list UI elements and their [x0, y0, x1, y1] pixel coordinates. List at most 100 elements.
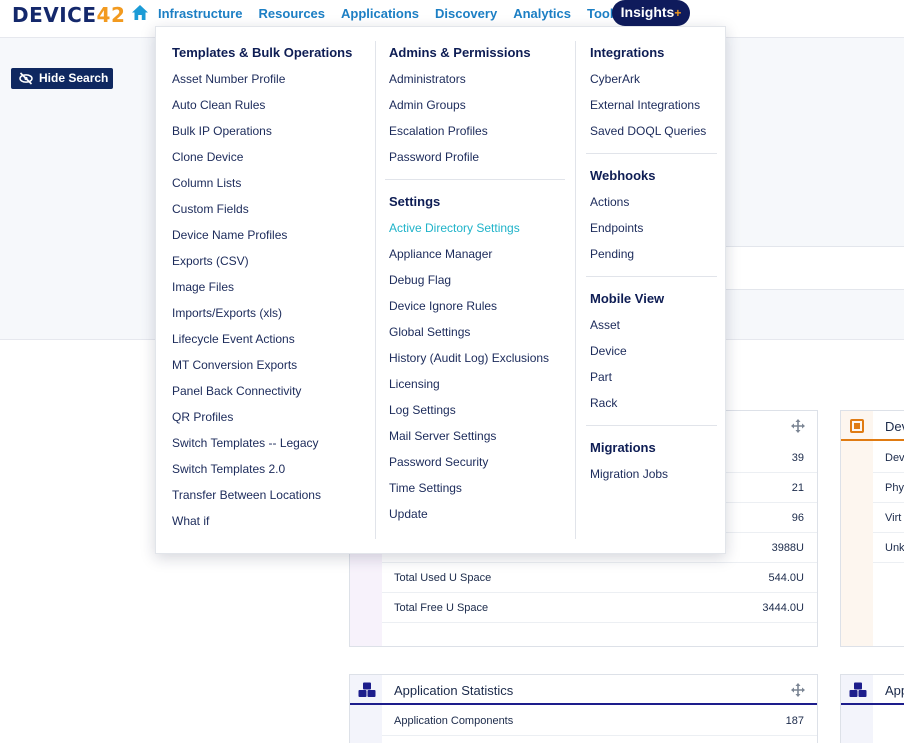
hide-search-button[interactable]: Hide Search	[11, 68, 113, 89]
menu-item[interactable]: External Integrations	[590, 98, 700, 112]
menu-item[interactable]: Asset Number Profile	[172, 72, 285, 86]
row-label: Unk	[885, 542, 904, 554]
menu-item[interactable]: Part	[590, 370, 612, 384]
menu-item[interactable]: Global Settings	[389, 325, 470, 339]
logo-number: 42	[96, 3, 126, 27]
section-title-mobile-view: Mobile View	[590, 291, 665, 306]
menu-item[interactable]: Clone Device	[172, 150, 243, 164]
menu-item[interactable]: Escalation Profiles	[389, 124, 488, 138]
menu-item[interactable]: Switch Templates 2.0	[172, 462, 285, 476]
section-title-settings: Settings	[389, 194, 441, 209]
menu-item[interactable]: Licensing	[389, 377, 440, 391]
menu-item[interactable]: QR Profiles	[172, 410, 233, 424]
table-row: Application Components 187	[382, 706, 817, 736]
table-row: Unk	[873, 533, 904, 563]
table-row: Phy	[873, 473, 904, 503]
search-bar-area[interactable]	[726, 246, 904, 290]
menu-item[interactable]: Image Files	[172, 280, 234, 294]
menu-item[interactable]: Lifecycle Event Actions	[172, 332, 295, 346]
menu-item[interactable]: Update	[389, 507, 428, 521]
row-label: Phy	[885, 482, 904, 494]
row-label: Total Used U Space	[394, 572, 492, 584]
cubes-icon	[849, 682, 867, 697]
section-divider	[586, 425, 717, 426]
menu-item[interactable]: Admin Groups	[389, 98, 466, 112]
menu-item[interactable]: Imports/Exports (xls)	[172, 306, 282, 320]
insights-plus: +	[674, 6, 682, 20]
insights-button[interactable]: Insights+	[612, 0, 690, 26]
section-title-migrations: Migrations	[590, 440, 656, 455]
cpu-icon	[850, 419, 864, 433]
menu-item[interactable]: Log Settings	[389, 403, 456, 417]
nav-discovery[interactable]: Discovery	[435, 6, 497, 21]
section-divider	[385, 179, 565, 180]
row-value: 544.0U	[768, 572, 804, 584]
row-value: 39	[791, 452, 804, 464]
menu-item[interactable]: Transfer Between Locations	[172, 488, 321, 502]
row-value: 96	[791, 512, 804, 524]
panel-title: App	[885, 683, 904, 698]
row-value: 21	[791, 482, 804, 494]
table-row: Dev	[873, 443, 904, 473]
section-title-integrations: Integrations	[590, 45, 665, 60]
menu-item[interactable]: Device Name Profiles	[172, 228, 287, 242]
menu-item[interactable]: Migration Jobs	[590, 467, 668, 481]
menu-item[interactable]: Device	[590, 344, 627, 358]
menu-item[interactable]: History (Audit Log) Exclusions	[389, 351, 549, 365]
menu-item[interactable]: Device Ignore Rules	[389, 299, 497, 313]
menu-item[interactable]: Administrators	[389, 72, 466, 86]
menu-item[interactable]: Pending	[590, 247, 634, 261]
cubes-icon	[358, 682, 376, 697]
main-menu: Infrastructure Resources Applications Di…	[158, 6, 637, 21]
move-icon[interactable]	[791, 419, 805, 433]
menu-item[interactable]: Auto Clean Rules	[172, 98, 265, 112]
hide-search-label: Hide Search	[39, 71, 109, 85]
move-icon[interactable]	[791, 683, 805, 697]
table-row: Virt	[873, 503, 904, 533]
row-label: Dev	[885, 452, 904, 464]
menu-item[interactable]: Password Security	[389, 455, 488, 469]
section-title-webhooks: Webhooks	[590, 168, 656, 183]
device42-logo[interactable]: DEVICE42	[12, 3, 125, 27]
menu-item[interactable]: Switch Templates -- Legacy	[172, 436, 319, 450]
column-divider	[375, 41, 376, 539]
row-value: 187	[785, 715, 804, 727]
menu-item[interactable]: Exports (CSV)	[172, 254, 249, 268]
tools-dropdown-menu: Templates & Bulk Operations Asset Number…	[155, 26, 726, 554]
nav-applications[interactable]: Applications	[341, 6, 419, 21]
menu-item[interactable]: Debug Flag	[389, 273, 451, 287]
row-label: Application Components	[394, 715, 514, 727]
nav-resources[interactable]: Resources	[259, 6, 325, 21]
menu-item-active[interactable]: Active Directory Settings	[389, 221, 520, 235]
row-value: 3444.0U	[762, 602, 804, 614]
nav-analytics[interactable]: Analytics	[513, 6, 571, 21]
menu-item[interactable]: What if	[172, 514, 209, 528]
nav-infrastructure[interactable]: Infrastructure	[158, 6, 243, 21]
panel-title: Dev	[885, 419, 904, 434]
menu-item[interactable]: Panel Back Connectivity	[172, 384, 301, 398]
menu-item[interactable]: CyberArk	[590, 72, 640, 86]
insights-label: Insights	[620, 4, 675, 20]
menu-item[interactable]: Mail Server Settings	[389, 429, 496, 443]
menu-item[interactable]: Bulk IP Operations	[172, 124, 272, 138]
section-divider	[586, 153, 717, 154]
menu-item[interactable]: Column Lists	[172, 176, 241, 190]
menu-item[interactable]: Rack	[590, 396, 617, 410]
menu-item[interactable]: Endpoints	[590, 221, 643, 235]
section-divider	[586, 276, 717, 277]
panel-title: Application Statistics	[394, 683, 514, 698]
menu-item[interactable]: Appliance Manager	[389, 247, 492, 261]
menu-item[interactable]: Asset	[590, 318, 620, 332]
application-statistics-panel: Application Statistics Application Compo…	[349, 674, 818, 743]
menu-item[interactable]: Actions	[590, 195, 629, 209]
menu-item[interactable]: Custom Fields	[172, 202, 249, 216]
menu-item[interactable]: Time Settings	[389, 481, 462, 495]
column-divider	[575, 41, 576, 539]
menu-item[interactable]: Saved DOQL Queries	[590, 124, 706, 138]
logo-text: DEVICE	[12, 3, 97, 27]
table-row: Total Used U Space 544.0U	[382, 563, 817, 593]
home-icon[interactable]	[131, 4, 149, 22]
menu-item[interactable]: Password Profile	[389, 150, 479, 164]
section-title-templates: Templates & Bulk Operations	[172, 45, 353, 60]
menu-item[interactable]: MT Conversion Exports	[172, 358, 297, 372]
